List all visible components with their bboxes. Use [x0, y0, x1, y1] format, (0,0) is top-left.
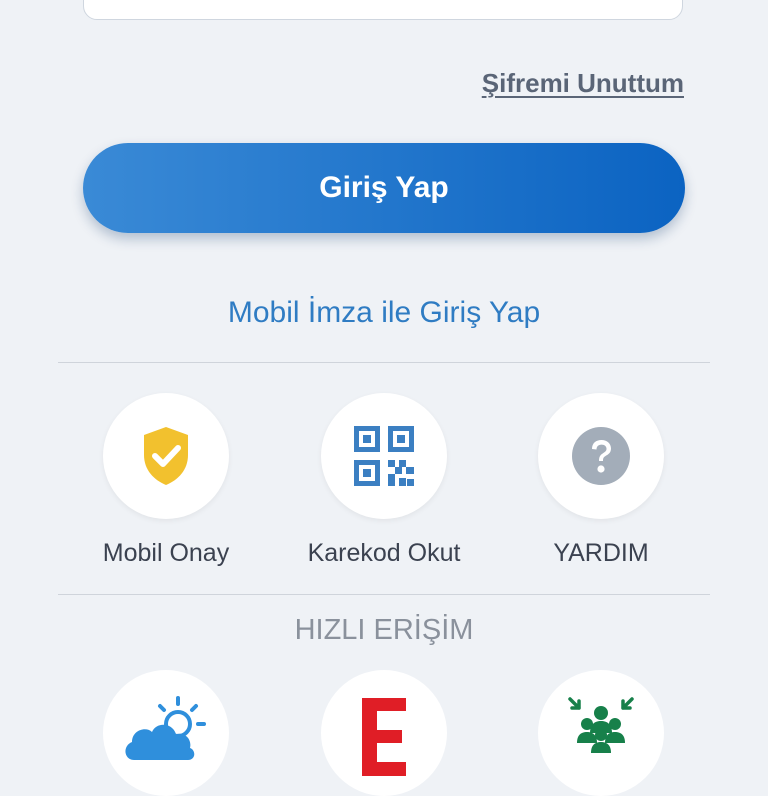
- question-circle-icon: [572, 427, 630, 485]
- quick-access-e-service[interactable]: [321, 670, 447, 796]
- action-scan-qr[interactable]: Karekod Okut: [284, 393, 484, 568]
- password-input[interactable]: [83, 0, 683, 20]
- action-label: Mobil Onay: [102, 539, 230, 567]
- action-help-button[interactable]: [538, 393, 664, 519]
- action-mobile-approval-button[interactable]: [103, 393, 229, 519]
- action-help[interactable]: YARDIM: [501, 393, 701, 568]
- login-button-label: Giriş Yap: [319, 171, 449, 204]
- people-gathering-icon: [568, 697, 634, 753]
- action-scan-qr-button[interactable]: [321, 393, 447, 519]
- action-label: Karekod Okut: [307, 539, 461, 567]
- quick-access-gathering-area[interactable]: [538, 670, 664, 796]
- shield-check-icon: [144, 427, 188, 485]
- qr-code-icon: [354, 426, 414, 486]
- e-letter-icon: [362, 698, 406, 776]
- mobile-signature-login-link[interactable]: Mobil İmza ile Giriş Yap: [0, 296, 768, 330]
- action-label: YARDIM: [553, 539, 649, 567]
- forgot-password-link[interactable]: Şifremi Unuttum: [482, 68, 684, 99]
- quick-access-title: HIZLI ERİŞİM: [294, 614, 474, 646]
- action-mobile-approval[interactable]: Mobil Onay: [66, 393, 266, 568]
- divider: [58, 362, 710, 363]
- weather-icon: [125, 696, 206, 760]
- divider: [58, 594, 710, 595]
- quick-access-weather[interactable]: [103, 670, 229, 796]
- login-button[interactable]: Giriş Yap: [83, 143, 685, 233]
